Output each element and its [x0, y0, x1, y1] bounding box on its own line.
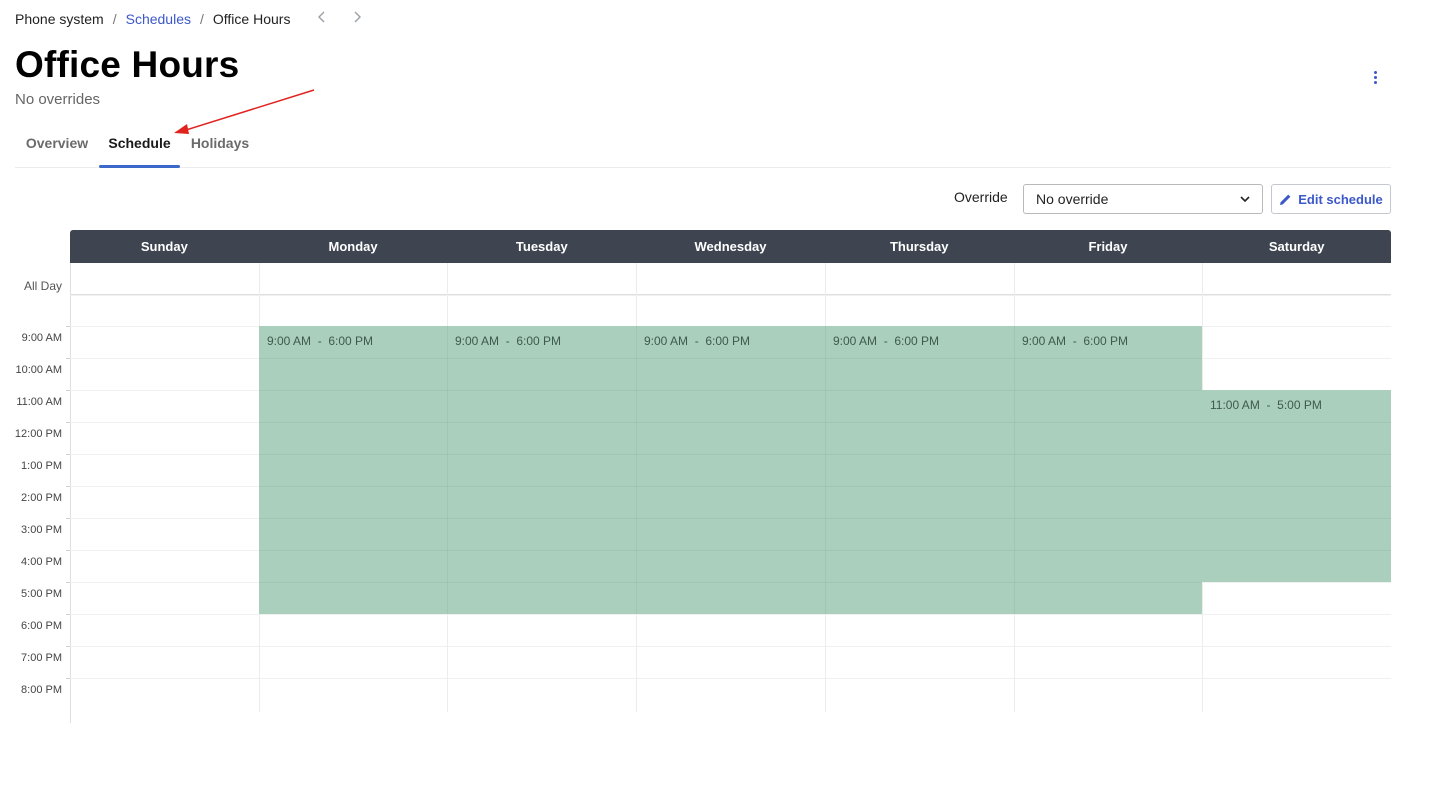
schedule-event-block[interactable]: 11:00 AM - 5:00 PM [1202, 390, 1391, 582]
override-label: Override [954, 189, 1008, 205]
tab-overview[interactable]: Overview [15, 127, 99, 167]
event-time-label: 9:00 AM - 6:00 PM [267, 334, 374, 348]
time-label: 12:00 PM [14, 428, 62, 440]
edit-schedule-label: Edit schedule [1298, 191, 1383, 207]
event-hour-line [259, 422, 1202, 423]
time-grid[interactable]: 9:00 AM - 6:00 PM 9:00 AM - 6:00 PM 9:00 A… [70, 263, 1391, 712]
time-label: 3:00 PM [21, 524, 62, 536]
tab-schedule[interactable]: Schedule [99, 127, 180, 168]
day-header-wednesday: Wednesday [694, 239, 767, 254]
pencil-icon [1280, 194, 1291, 205]
breadcrumb-phone-system[interactable]: Phone system [15, 11, 104, 27]
time-label: 11:00 AM [16, 396, 62, 408]
day-header-monday: Monday [328, 239, 378, 254]
event-time-label: 9:00 AM - 6:00 PM [833, 334, 940, 348]
chevron-left-icon[interactable] [313, 10, 331, 28]
time-label: 9:00 AM [21, 332, 62, 344]
event-hour-line [1202, 422, 1391, 423]
event-hour-line [259, 582, 1202, 583]
breadcrumb-schedules[interactable]: Schedules [126, 11, 191, 27]
event-hour-line [259, 550, 1202, 551]
event-hour-line [1202, 454, 1391, 455]
breadcrumb-separator: / [112, 11, 117, 27]
day-header-tuesday: Tuesday [515, 239, 568, 254]
page-subtitle: No overrides [15, 91, 101, 108]
time-label: 2:00 PM [21, 492, 62, 504]
time-label: 4:00 PM [21, 556, 62, 568]
schedule-calendar: Sunday Monday Tuesday Wednesday Thursday… [70, 230, 1391, 712]
event-time-label: 9:00 AM - 6:00 PM [644, 334, 751, 348]
day-header-friday: Friday [1088, 239, 1128, 254]
chevron-down-icon [1240, 196, 1250, 203]
event-time-label: 9:00 AM - 6:00 PM [455, 334, 562, 348]
hour-gridline [70, 646, 1391, 647]
day-header-sunday: Sunday [140, 239, 188, 254]
event-hour-line [259, 358, 1202, 359]
time-label: 1:00 PM [21, 460, 62, 472]
kebab-menu-icon[interactable] [1368, 68, 1382, 86]
day-header-thursday: Thursday [889, 239, 949, 254]
event-day-divider [825, 326, 826, 614]
chevron-right-icon[interactable] [348, 10, 366, 28]
schedule-event-block[interactable]: 9:00 AM - 6:00 PM 9:00 AM - 6:00 PM 9:00 A… [259, 326, 1202, 614]
event-time-label: 9:00 AM - 6:00 PM [1022, 334, 1129, 348]
tab-holidays[interactable]: Holidays [180, 127, 260, 167]
event-day-divider [636, 326, 637, 614]
event-hour-line [259, 390, 1202, 391]
breadcrumb: Phone system / Schedules / Office Hours [15, 10, 366, 28]
event-day-divider [1014, 326, 1015, 614]
time-label: 7:00 PM [21, 652, 62, 664]
event-hour-line [259, 454, 1202, 455]
hour-gridline [70, 614, 1391, 615]
time-label: 6:00 PM [21, 620, 62, 632]
hour-gridline [70, 295, 1391, 296]
event-hour-line [1202, 518, 1391, 519]
tab-bar: Overview Schedule Holidays [15, 127, 1391, 168]
time-label: 5:00 PM [21, 588, 62, 600]
event-day-divider [447, 326, 448, 614]
calendar-header: Sunday Monday Tuesday Wednesday Thursday… [70, 230, 1391, 263]
breadcrumb-office-hours: Office Hours [212, 11, 291, 27]
event-hour-line [259, 486, 1202, 487]
page-title: Office Hours [15, 44, 240, 85]
event-hour-line [259, 518, 1202, 519]
breadcrumb-separator: / [200, 11, 204, 27]
time-label: 8:00 PM [21, 684, 62, 696]
all-day-label: All Day [23, 279, 62, 293]
day-header-saturday: Saturday [1268, 239, 1325, 254]
override-select-value: No override [1036, 191, 1109, 207]
event-hour-line [1202, 550, 1391, 551]
override-select[interactable]: No override [1023, 184, 1263, 214]
event-hour-line [1202, 486, 1391, 487]
hour-gridline [70, 678, 1391, 679]
time-label: 10:00 AM [15, 364, 62, 376]
edit-schedule-button[interactable]: Edit schedule [1271, 184, 1391, 214]
event-time-label: 11:00 AM - 5:00 PM [1210, 398, 1322, 412]
